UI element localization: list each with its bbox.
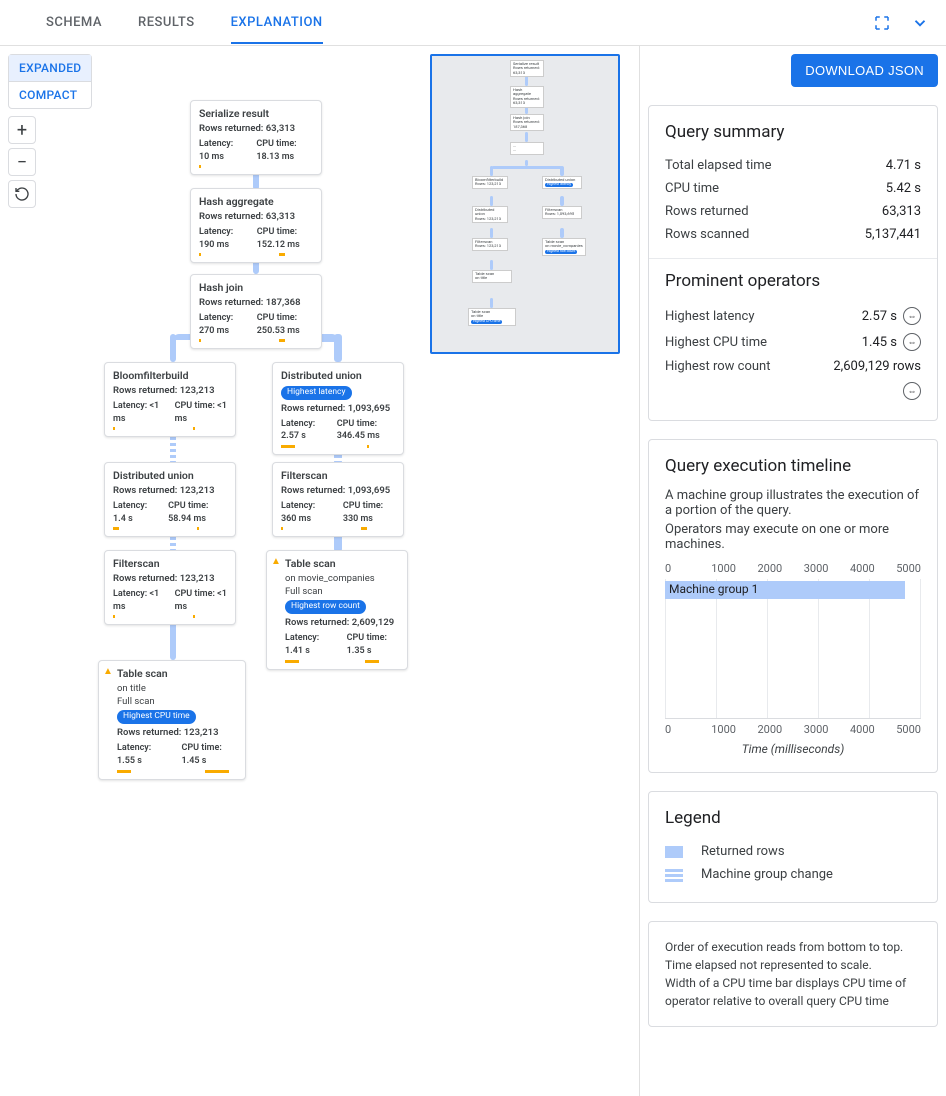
query-summary-card: Query summary Total elapsed time4.71 s C…: [648, 105, 938, 421]
footnote-card: Order of execution reads from bottom to …: [648, 921, 938, 1027]
download-json-button[interactable]: DOWNLOAD JSON: [791, 54, 938, 87]
warning-icon: ▲: [271, 555, 281, 569]
op-bloom-filter-build[interactable]: Bloomfilterbuild Rows returned: 123,213 …: [104, 362, 236, 437]
view-toggle: EXPANDED COMPACT: [8, 54, 92, 109]
op-table-scan-title[interactable]: ▲ Table scan on title Full scan Highest …: [98, 660, 246, 780]
legend-card: Legend Returned rows Machine group chang…: [648, 791, 938, 903]
op-distributed-union-left[interactable]: Distributed union Rows returned: 123,213…: [104, 462, 236, 537]
link-icon[interactable]: ⇔: [903, 333, 921, 351]
op-filterscan-right[interactable]: Filterscan Rows returned: 1,093,695 Late…: [272, 462, 404, 537]
zoom-in-button[interactable]: +: [8, 116, 36, 144]
legend-title: Legend: [665, 808, 921, 828]
tab-explanation[interactable]: EXPLANATION: [231, 1, 323, 44]
chevron-down-icon[interactable]: [910, 13, 930, 33]
tab-results[interactable]: RESULTS: [138, 1, 195, 44]
expanded-toggle[interactable]: EXPANDED: [9, 55, 91, 82]
op-serialize-result[interactable]: Serialize result Rows returned: 63,313 L…: [190, 100, 322, 175]
timeline-title: Query execution timeline: [665, 456, 921, 476]
op-hash-aggregate[interactable]: Hash aggregate Rows returned: 63,313 Lat…: [190, 188, 322, 263]
compact-toggle[interactable]: COMPACT: [9, 82, 91, 108]
link-icon[interactable]: ⇔: [903, 382, 921, 400]
op-hash-join[interactable]: Hash join Rows returned: 187,368 Latency…: [190, 274, 322, 349]
zoom-reset-button[interactable]: [8, 180, 36, 208]
query-summary-title: Query summary: [665, 122, 921, 142]
zoom-out-button[interactable]: −: [8, 148, 36, 176]
prominent-operators-title: Prominent operators: [665, 271, 921, 291]
returned-rows-swatch: [665, 846, 683, 858]
tab-schema[interactable]: SCHEMA: [46, 1, 102, 44]
op-distributed-union-right[interactable]: Distributed union Highest latency Rows r…: [272, 362, 404, 455]
link-icon[interactable]: ⇔: [903, 307, 921, 325]
minimap[interactable]: Serialize resultRows returned: 63,313 Ha…: [430, 54, 620, 354]
timeline-chart: Machine group 1: [665, 579, 921, 719]
op-filterscan-left[interactable]: Filterscan Rows returned: 123,213 Latenc…: [104, 550, 236, 625]
fullscreen-icon[interactable]: [872, 13, 892, 33]
tab-bar: SCHEMA RESULTS EXPLANATION: [46, 1, 323, 44]
warning-icon: ▲: [103, 665, 113, 679]
timeline-card: Query execution timeline A machine group…: [648, 439, 938, 773]
machine-group-swatch: [665, 868, 683, 882]
machine-group-bar[interactable]: Machine group 1: [665, 581, 905, 599]
op-table-scan-movie-companies[interactable]: ▲ Table scan on movie_companies Full sca…: [266, 550, 408, 670]
